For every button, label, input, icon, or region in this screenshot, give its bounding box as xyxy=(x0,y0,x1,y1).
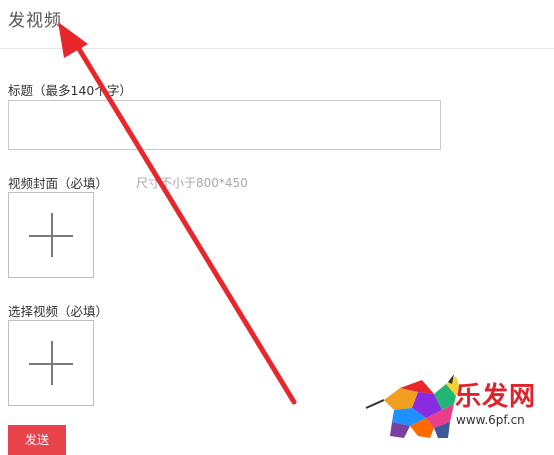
page-title: 发视频 xyxy=(8,11,62,31)
header-divider xyxy=(0,48,554,49)
watermark-url: www.6pf.cn xyxy=(456,413,525,427)
cover-size-hint: 尺寸不小于800*450 xyxy=(136,176,248,190)
upload-video-button[interactable] xyxy=(8,320,94,406)
watermark-brand: 乐发网 xyxy=(455,382,537,412)
title-label: 标题（最多140个字） xyxy=(8,83,132,98)
cover-label: 视频封面（必填） xyxy=(8,176,109,191)
send-button[interactable]: 发送 xyxy=(8,425,66,455)
upload-cover-button[interactable] xyxy=(8,192,94,278)
video-label: 选择视频（必填） xyxy=(8,304,109,319)
title-input[interactable] xyxy=(8,100,441,150)
